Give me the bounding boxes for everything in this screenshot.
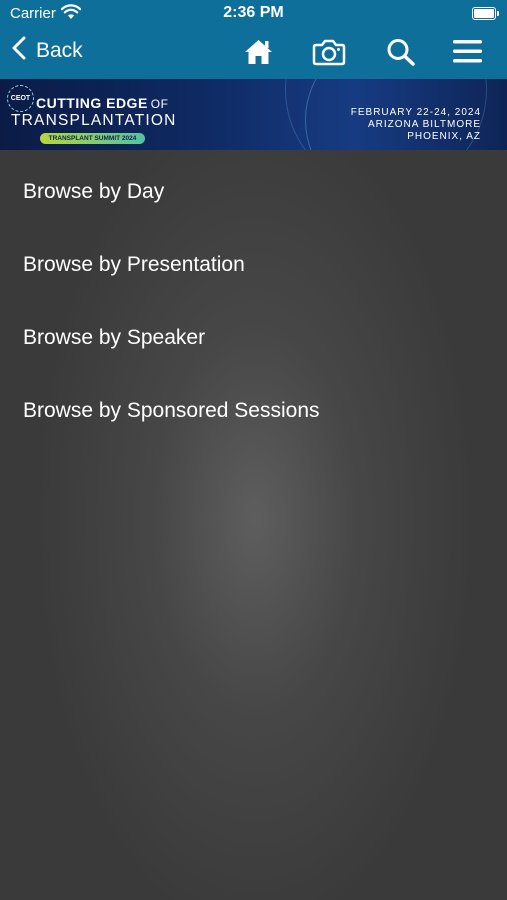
event-info: FEBRUARY 22-24, 2024 ARIZONA BILTMORE PH…	[351, 107, 481, 143]
back-button[interactable]: Back	[12, 36, 83, 65]
camera-icon[interactable]	[312, 38, 346, 71]
event-title-line2: TRANSPLANTATION	[11, 112, 177, 129]
home-icon[interactable]	[243, 38, 274, 71]
event-title-of: OF	[150, 97, 169, 111]
search-icon[interactable]	[386, 38, 416, 71]
event-subtitle: TRANSPLANT SUMMIT 2024	[40, 133, 145, 144]
status-time: 2:36 PM	[223, 4, 284, 21]
browse-by-presentation-item[interactable]: Browse by Presentation	[0, 228, 507, 301]
event-banner: CEOT CUTTING EDGE OF TRANSPLANTATION TRAN…	[0, 79, 507, 150]
chevron-left-icon	[12, 36, 26, 65]
event-title-main: CUTTING EDGE	[36, 95, 148, 111]
event-venue: ARIZONA BILTMORE	[367, 119, 481, 130]
back-label: Back	[36, 38, 83, 62]
nav-bar: Back	[0, 30, 507, 76]
browse-by-speaker-item[interactable]: Browse by Speaker	[0, 301, 507, 374]
browse-menu: Browse by Day Browse by Presentation Bro…	[0, 155, 507, 447]
event-city: PHOENIX, AZ	[407, 131, 481, 142]
browse-by-day-item[interactable]: Browse by Day	[0, 155, 507, 228]
top-bar: Carrier 2:36 PM Back	[0, 0, 507, 79]
event-title-line1: CUTTING EDGE OF	[36, 95, 168, 111]
menu-icon[interactable]	[452, 38, 483, 69]
event-logo-badge: CEOT	[7, 85, 34, 112]
status-bar: Carrier 2:36 PM	[0, 0, 507, 28]
battery-icon	[472, 7, 499, 20]
event-dates: FEBRUARY 22-24, 2024	[350, 107, 481, 118]
browse-by-sponsored-sessions-item[interactable]: Browse by Sponsored Sessions	[0, 374, 507, 447]
